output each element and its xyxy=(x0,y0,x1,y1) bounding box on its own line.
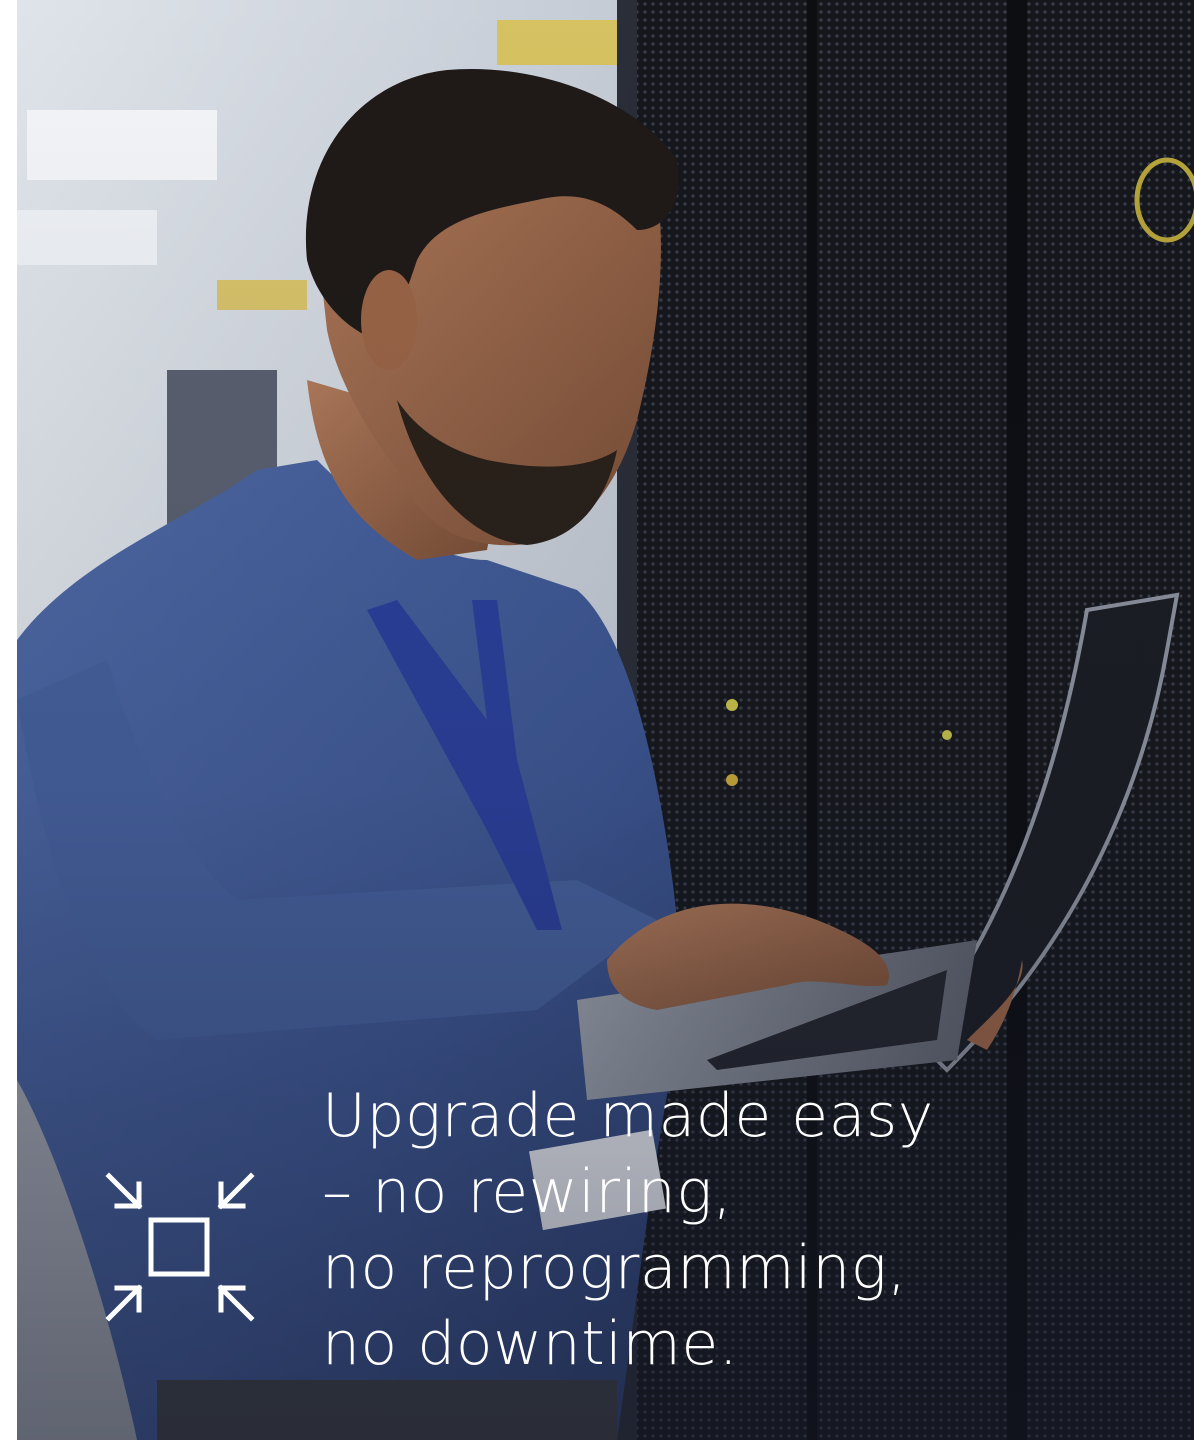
collapse-arrows-icon xyxy=(105,1172,255,1322)
headline-line-1: Upgrade made easy xyxy=(322,1081,934,1151)
hero-banner: Upgrade made easy – no rewiring, no repr… xyxy=(17,0,1194,1440)
headline-line-3: no reprogramming, xyxy=(322,1233,907,1303)
hero-headline: Upgrade made easy – no rewiring, no repr… xyxy=(322,1078,1082,1382)
headline-line-4: no downtime. xyxy=(322,1309,739,1379)
headline-line-2: – no rewiring, xyxy=(322,1157,733,1227)
